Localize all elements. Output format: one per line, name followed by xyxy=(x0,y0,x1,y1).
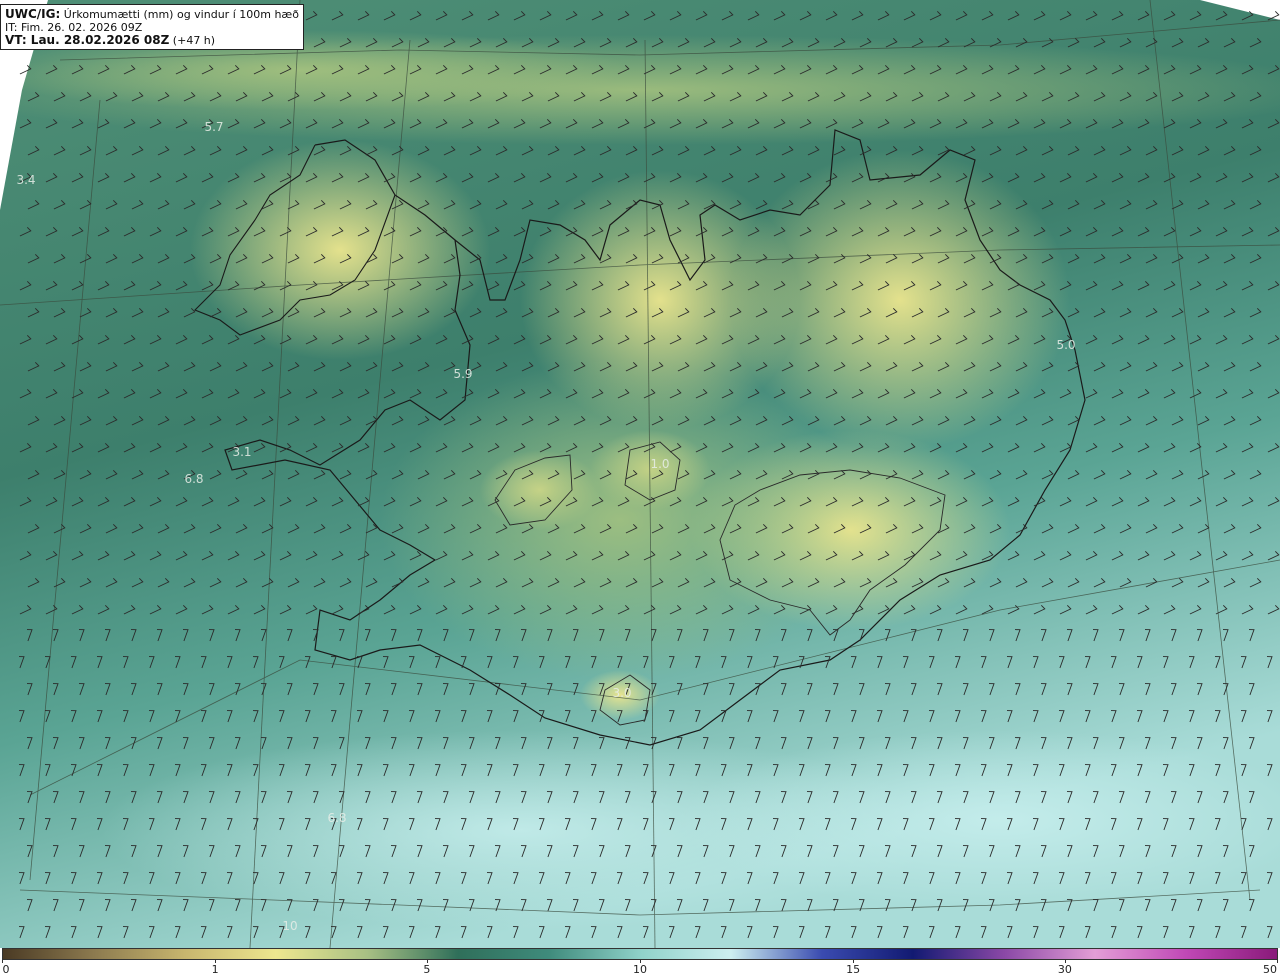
map-value-label: 6.8 xyxy=(184,472,203,486)
colorbar-tick-label: 5 xyxy=(423,963,431,976)
colorbar-tick-label: 50 xyxy=(1263,963,1277,976)
map-value-label: 3.4 xyxy=(16,173,35,187)
map-value-label: 1.0 xyxy=(650,457,669,471)
lead-time: (+47 h) xyxy=(169,34,216,47)
colorbar-tick-label: 0 xyxy=(2,963,10,976)
valid-time-line: VT: Lau. 28.02.2026 08Z (+47 h) xyxy=(5,33,299,48)
map-value-label: 5.7 xyxy=(204,120,223,134)
forecast-map: 5.7 3.4 5.9 3.1 6.8 1.0 5.0 3.0 6.8 10 xyxy=(0,0,1280,948)
colorbar-tick-label: 30 xyxy=(1057,963,1072,976)
map-value-label: 6.8 xyxy=(327,811,346,825)
colorbar-tick-label: 10 xyxy=(633,963,647,976)
colorbar-tick-label: 1 xyxy=(211,963,219,976)
map-value-label: 5.9 xyxy=(453,367,472,381)
colorbar-tick-label: 15 xyxy=(846,963,861,976)
map-value-label: 3.0 xyxy=(612,686,631,700)
colorbar-tick xyxy=(1277,960,1278,963)
forecast-info-box: UWC/IG: Úrkomumætti (mm) og vindur í 100… xyxy=(0,4,304,50)
title-line: UWC/IG: Úrkomumætti (mm) og vindur í 100… xyxy=(5,7,299,22)
colorbar-strip xyxy=(2,948,1278,960)
product-code: UWC/IG: xyxy=(5,7,61,21)
valid-time: VT: Lau. 28.02.2026 08Z xyxy=(5,33,170,47)
colorbar: 0 1 5 10 15 30 50 xyxy=(0,948,1280,978)
map-value-label: 3.1 xyxy=(232,445,251,459)
map-value-label: 5.0 xyxy=(1056,338,1075,352)
field-description: Úrkomumætti (mm) og vindur í 100m hæð xyxy=(60,8,299,21)
map-value-label: 10 xyxy=(282,919,297,933)
